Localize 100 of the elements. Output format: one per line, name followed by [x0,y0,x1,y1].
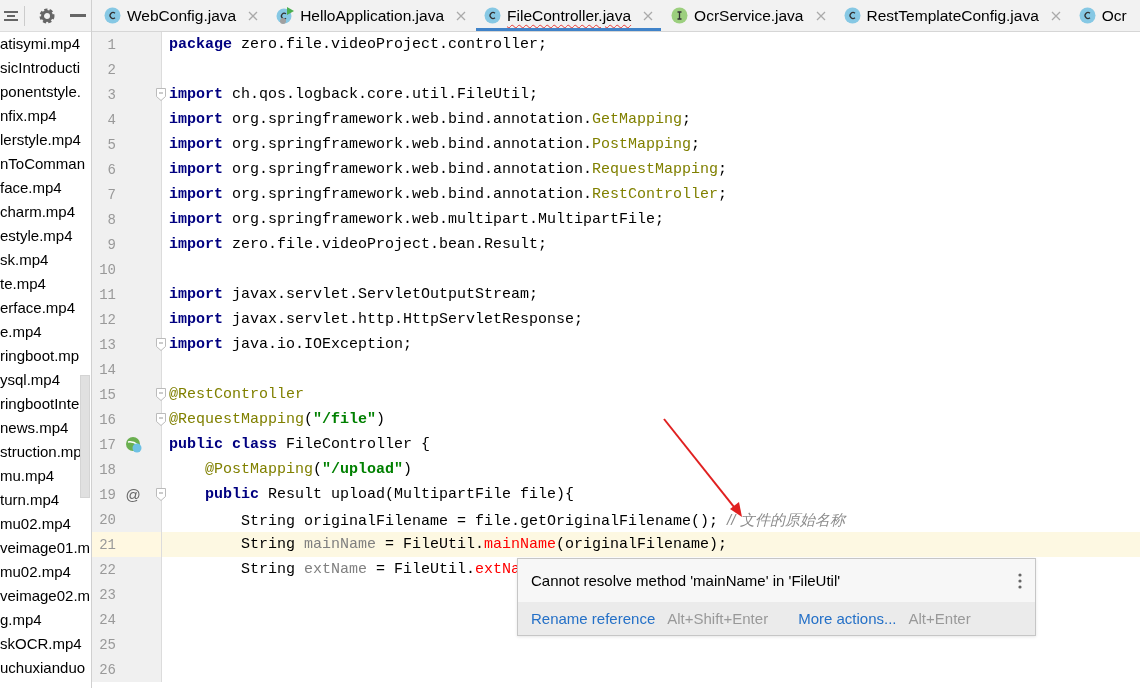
file-item[interactable]: te.mp4 [0,272,46,296]
line-number: 23 [98,586,116,603]
code-line: public Result upload(MultipartFile file){ [204,485,575,505]
file-item[interactable]: mu02.mp4 [0,560,71,584]
file-item[interactable]: face.mp4 [0,176,62,200]
error-message: Cannot resolve method 'mainName' in 'FileUtil' [531,572,841,589]
line-number: 5 [106,136,116,153]
fold-icon[interactable] [156,338,166,351]
shortcut-hint: Alt+Enter [908,610,971,627]
file-item[interactable]: nToComman [0,152,86,176]
code-line: import java.io.IOException; [169,335,413,355]
file-item[interactable]: struction.mp [0,440,82,464]
line-number: 11 [98,286,116,303]
file-item[interactable]: ysql.mp4 [0,368,61,392]
file-item[interactable]: ponentstyle. [0,80,81,104]
code-line: @PostMapping("/upload") [204,460,413,480]
more-options-icon[interactable] [1018,572,1022,589]
file-item[interactable]: g.mp4 [0,608,42,632]
file-item[interactable]: mu.mp4 [0,464,55,488]
file-item[interactable]: mu02.mp4 [0,512,71,536]
code-line: String mainName = FileUtil.mainName(originalFilename); [240,535,728,555]
file-item[interactable]: veimage01.m [0,536,91,560]
class-icon [484,7,502,24]
file-item[interactable]: ringbootInte [0,392,80,416]
line-number: 3 [106,86,116,103]
code-line: import org.springframework.web.bind.annotation.RestController; [169,185,728,205]
line-number: 19 [98,486,116,503]
interface-icon [671,7,689,24]
file-item[interactable]: uchuxianduo [0,656,86,680]
line-number: 13 [98,336,116,353]
close-icon[interactable] [815,10,826,21]
fold-icon[interactable] [156,88,166,101]
code-line: import org.springframework.web.bind.annotation.GetMapping; [169,110,692,130]
scrollbar-thumb[interactable] [80,375,90,498]
file-item[interactable]: erface.mp4 [0,296,76,320]
editor-tab[interactable]: RestTemplateConfig.java [835,0,1069,31]
editor-tab[interactable]: HelloApplication.java [268,0,475,31]
file-item[interactable]: sicIntroducti [0,56,81,80]
fold-icon[interactable] [156,488,166,501]
file-item[interactable]: charm.mp4 [0,200,76,224]
line-number: 20 [98,511,116,528]
settings-icon[interactable] [38,6,56,25]
line-number: 21 [98,536,116,553]
code-line: import org.springframework.web.bind.annotation.RequestMapping; [169,160,728,180]
code-line: public class FileController { [169,435,431,455]
line-number: 9 [106,236,116,253]
line-number: 22 [98,561,116,578]
file-item[interactable]: news.mp4 [0,416,69,440]
line-number: 17 [98,436,116,453]
fold-icon[interactable] [156,388,166,401]
file-item[interactable]: atisymi.mp4 [0,32,81,56]
file-item[interactable]: veimage02.m [0,584,91,608]
override-marker[interactable]: @ [125,486,141,503]
class-icon [843,7,861,24]
code-line: import org.springframework.web.bind.annotation.PostMapping; [169,135,701,155]
collapse-icon[interactable] [4,9,18,22]
file-item[interactable]: estyle.mp4 [0,224,73,248]
file-item[interactable]: lerstyle.mp4 [0,128,81,152]
line-number: 25 [98,636,116,653]
action-link[interactable]: More actions... [798,610,897,627]
code-line: import ch.qos.logback.core.util.FileUtil; [169,85,539,105]
code-line: import org.springframework.web.multipart.MultipartFile; [169,210,665,230]
line-number: 26 [98,661,116,678]
line-number: 1 [106,36,116,53]
code-line: import javax.servlet.ServletOutputStream; [169,285,539,305]
editor-tab[interactable]: OcrService.java [663,0,834,31]
line-number: 14 [98,361,116,378]
class-icon [1078,7,1096,24]
action-link[interactable]: Rename reference [531,610,656,627]
line-number: 12 [98,311,116,328]
close-icon[interactable] [643,10,654,21]
line-number: 24 [98,611,116,628]
code-line: import javax.servlet.http.HttpServletResponse; [169,310,584,330]
code-line: package zero.file.videoProject.controller; [169,35,548,55]
line-number: 16 [98,411,116,428]
file-item[interactable]: nfix.mp4 [0,104,57,128]
editor-tab[interactable]: Ocr [1070,0,1135,31]
file-item[interactable]: sk.mp4 [0,248,49,272]
shortcut-hint: Alt+Shift+Enter [667,610,769,627]
line-number: 8 [106,211,116,228]
close-icon[interactable] [1050,10,1061,21]
code-line: String originalFilename = file.getOriginalFilename(); // 文件的原始名称 [240,510,845,532]
close-icon[interactable] [248,10,259,21]
line-number: 18 [98,461,116,478]
run-class-icon [276,6,295,25]
class-icon [104,7,121,24]
editor-tab[interactable]: WebConfig.java [96,0,267,31]
file-item[interactable]: turn.mp4 [0,488,60,512]
code-line: @RestController [169,385,305,405]
line-number: 2 [106,61,116,78]
fold-icon[interactable] [156,413,166,426]
bean-icon[interactable] [124,436,142,453]
file-item[interactable]: skOCR.mp4 [0,632,82,656]
line-number: 15 [98,386,116,403]
file-item[interactable]: e.mp4 [0,320,42,344]
line-number: 4 [106,111,116,128]
close-icon[interactable] [456,10,467,21]
file-item[interactable]: ringboot.mp [0,344,80,368]
line-number: 7 [106,186,116,203]
line-number: 10 [98,261,116,278]
